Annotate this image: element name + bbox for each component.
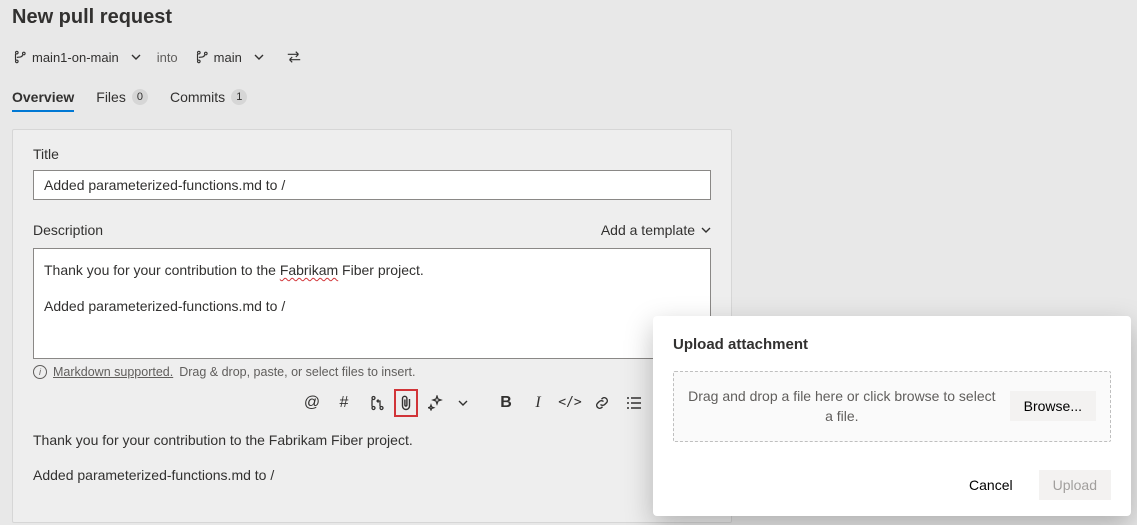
- title-input[interactable]: [33, 170, 711, 200]
- preview-line-2: Added parameterized-functions.md to /: [33, 466, 711, 486]
- editor-toolbar: @ # B I </>: [33, 389, 711, 417]
- branch-icon: [12, 50, 26, 64]
- description-line-2: Added parameterized-functions.md to /: [44, 295, 700, 317]
- bold-button[interactable]: B: [492, 389, 520, 417]
- page-title: New pull request: [12, 6, 1125, 29]
- cancel-button[interactable]: Cancel: [955, 470, 1027, 500]
- tab-files[interactable]: Files 0: [96, 89, 148, 111]
- branch-icon: [194, 50, 208, 64]
- source-branch-dropdown[interactable]: main1-on-main: [12, 50, 141, 65]
- description-line-1: Thank you for your contribution to the F…: [44, 259, 700, 281]
- attach-file-button[interactable]: [394, 389, 418, 417]
- description-preview: Thank you for your contribution to the F…: [33, 431, 711, 486]
- bullet-list-button[interactable]: [620, 389, 648, 417]
- target-branch-name: main: [214, 50, 242, 65]
- link-icon: [594, 395, 610, 411]
- dialog-title: Upload attachment: [673, 336, 1111, 353]
- link-button[interactable]: [588, 389, 616, 417]
- paperclip-icon: [399, 394, 413, 412]
- chevron-down-icon: [131, 52, 141, 62]
- dropzone-text: Drag and drop a file here or click brows…: [688, 386, 996, 427]
- swap-icon: [286, 50, 302, 64]
- dropzone[interactable]: Drag and drop a file here or click brows…: [673, 371, 1111, 442]
- tab-files-label: Files: [96, 89, 126, 105]
- tab-files-count: 0: [132, 89, 148, 105]
- info-icon: i: [33, 365, 47, 379]
- browse-button[interactable]: Browse...: [1010, 391, 1096, 421]
- chevron-down-icon: [254, 52, 264, 62]
- sparkle-icon: [428, 395, 444, 411]
- add-template-label: Add a template: [601, 222, 695, 238]
- target-branch-dropdown[interactable]: main: [194, 50, 264, 65]
- pr-form-card: Title Description Add a template Thank y…: [12, 129, 732, 523]
- chevron-down-icon: [701, 225, 711, 235]
- tab-commits[interactable]: Commits 1: [170, 89, 247, 111]
- tab-commits-label: Commits: [170, 89, 225, 105]
- ai-assist-button[interactable]: [422, 389, 450, 417]
- add-template-dropdown[interactable]: Add a template: [601, 222, 711, 238]
- italic-button[interactable]: I: [524, 389, 552, 417]
- pr-link-button[interactable]: [362, 389, 390, 417]
- mention-button[interactable]: @: [298, 389, 326, 417]
- markdown-supported-link[interactable]: Markdown supported.: [53, 365, 173, 379]
- branch-selector-row: main1-on-main into main: [12, 43, 1125, 71]
- description-label: Description: [33, 222, 103, 238]
- code-button[interactable]: </>: [556, 389, 584, 417]
- tab-commits-count: 1: [231, 89, 247, 105]
- tab-overview-label: Overview: [12, 89, 74, 105]
- chevron-down-icon: [458, 398, 468, 408]
- list-icon: [626, 396, 642, 410]
- upload-attachment-dialog: Upload attachment Drag and drop a file h…: [653, 316, 1131, 516]
- markdown-hint-text: Drag & drop, paste, or select files to i…: [179, 365, 415, 379]
- hashtag-button[interactable]: #: [330, 389, 358, 417]
- tab-overview[interactable]: Overview: [12, 89, 74, 111]
- preview-line-1: Thank you for your contribution to the F…: [33, 431, 711, 451]
- swap-branches-button[interactable]: [280, 43, 308, 71]
- title-label: Title: [33, 146, 711, 162]
- upload-button[interactable]: Upload: [1039, 470, 1111, 500]
- tabs: Overview Files 0 Commits 1: [12, 89, 1125, 111]
- ai-assist-more-button[interactable]: [454, 389, 472, 417]
- into-label: into: [157, 50, 178, 65]
- pr-icon: [368, 395, 384, 411]
- source-branch-name: main1-on-main: [32, 50, 119, 65]
- markdown-hint: i Markdown supported. Drag & drop, paste…: [33, 365, 711, 379]
- description-textarea[interactable]: Thank you for your contribution to the F…: [33, 248, 711, 359]
